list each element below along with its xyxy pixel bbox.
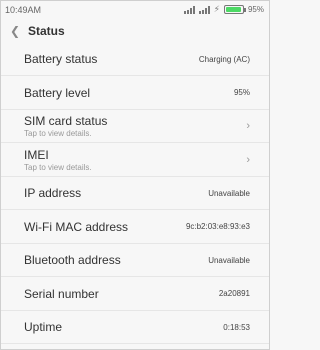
row-value: Unavailable (208, 255, 250, 265)
charging-icon: ⚡ (213, 4, 220, 14)
app-header: ❮ Status (1, 18, 269, 43)
battery-percent: 95% (247, 5, 264, 14)
row-bluetooth-address: Bluetooth address Unavailable (1, 244, 269, 277)
row-value: 95% (233, 88, 250, 97)
clock: 10:49AM (5, 4, 42, 15)
page-title: Status (28, 23, 65, 38)
battery-icon (223, 5, 246, 14)
row-imei[interactable]: IMEI Tap to view details. › (1, 143, 269, 177)
row-label: Bluetooth address (24, 253, 121, 267)
row-uptime: Uptime 0:18:53 (1, 311, 269, 344)
row-wifi-mac-address: Wi-Fi MAC address 9c:b2:03:e8:93:e3 (1, 210, 269, 244)
row-value: Charging (AC) (198, 54, 250, 64)
row-sim-card-status[interactable]: SIM card status Tap to view details. › (1, 110, 269, 143)
row-label: Battery level (24, 85, 91, 100)
status-screen: 10:49AM ⚡ 95% ❮ Status Battery status Ch… (0, 0, 270, 350)
row-battery-status: Battery status Charging (AC) (1, 43, 269, 76)
row-label: Serial number (24, 286, 99, 301)
row-battery-level: Battery level 95% (1, 76, 269, 110)
status-icons: ⚡ 95% (183, 4, 264, 14)
signal-icon (183, 5, 195, 14)
status-list: Battery status Charging (AC) Battery lev… (1, 43, 269, 344)
chevron-left-icon[interactable]: ❮ (10, 24, 24, 38)
signal-icon (198, 5, 210, 14)
row-serial-number: Serial number 2a20891 (1, 277, 269, 311)
row-sublabel: Tap to view details. (24, 129, 92, 138)
status-bar: 10:49AM ⚡ 95% (1, 1, 269, 18)
chevron-right-icon: › (246, 120, 250, 132)
row-label: IP address (24, 186, 82, 200)
row-value: 2a20891 (218, 289, 250, 298)
chevron-right-icon: › (246, 153, 250, 166)
row-label: Uptime (24, 320, 63, 334)
row-value: 0:18:53 (223, 322, 250, 332)
row-value: Unavailable (208, 188, 250, 198)
row-label: Wi-Fi MAC address (24, 219, 129, 234)
row-value: 9c:b2:03:e8:93:e3 (185, 222, 250, 231)
row-label: IMEI (24, 147, 49, 162)
row-sublabel: Tap to view details. (24, 162, 92, 172)
row-label: SIM card status (24, 114, 108, 128)
row-ip-address: IP address Unavailable (1, 177, 269, 210)
row-label: Battery status (24, 52, 98, 66)
